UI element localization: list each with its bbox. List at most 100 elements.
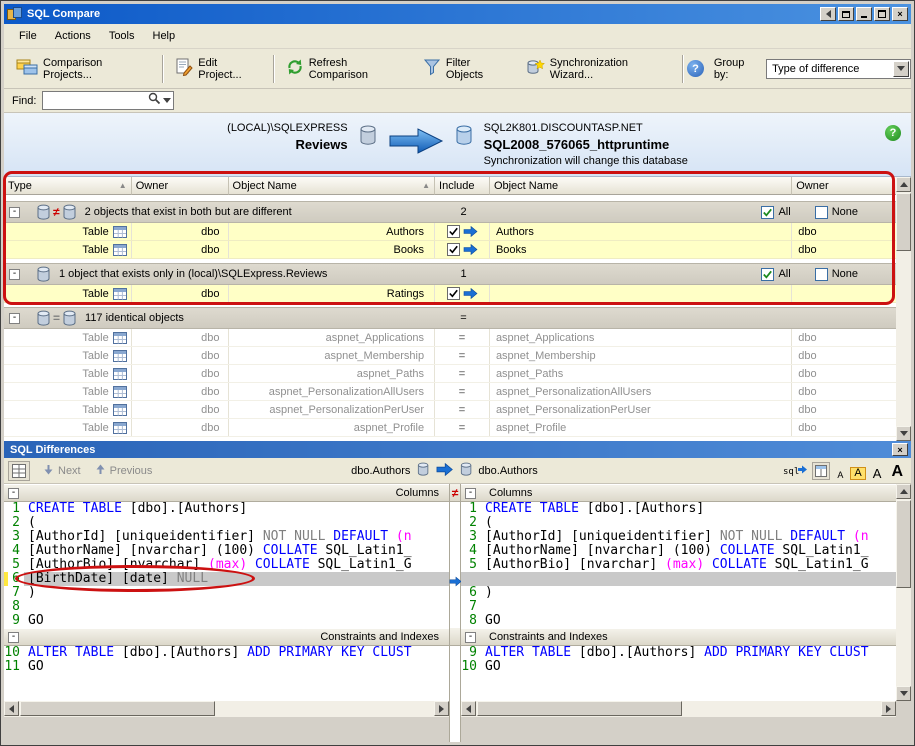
checkbox-checked-icon[interactable]: [447, 243, 460, 256]
group-row[interactable]: -≠2 objects that exist in both but are d…: [4, 201, 896, 223]
filter-objects-button[interactable]: Filter Objects: [415, 53, 517, 85]
scroll-left-icon[interactable]: [4, 701, 19, 716]
table-row[interactable]: TabledboAuthorsAuthorsdbo: [4, 223, 896, 241]
scroll-down-icon[interactable]: [896, 426, 911, 441]
close-icon[interactable]: ×: [892, 443, 908, 456]
menu-actions[interactable]: Actions: [46, 27, 100, 45]
row-include-checkbox[interactable]: [435, 241, 490, 258]
column-header-object-name[interactable]: Object Name▲: [229, 177, 436, 195]
close-icon[interactable]: ×: [892, 7, 908, 21]
left-columns-code[interactable]: 1CREATE TABLE [dbo].[Authors]2(3[AuthorI…: [4, 502, 449, 628]
next-difference-button[interactable]: Next: [36, 464, 88, 478]
table-row[interactable]: Tabledboaspnet_PersonalizationPerUser=as…: [4, 401, 896, 419]
grid-vertical-scrollbar[interactable]: [896, 177, 911, 441]
gutter-bottom: [450, 742, 460, 746]
collapse-icon[interactable]: -: [465, 632, 476, 643]
right-columns-code[interactable]: 1CREATE TABLE [dbo].[Authors]2(3[AuthorI…: [461, 502, 896, 628]
scrollbar-thumb[interactable]: [20, 701, 215, 716]
sql-script-icon[interactable]: sql: [782, 463, 808, 480]
line-number: 10: [461, 660, 481, 674]
scrollbar-thumb[interactable]: [896, 500, 911, 588]
find-box[interactable]: [42, 91, 174, 110]
group-row[interactable]: -1 object that exists only in (local)\SQ…: [4, 263, 896, 285]
font-size-small-button[interactable]: A: [834, 471, 846, 480]
table-row[interactable]: Tabledboaspnet_Membership=aspnet_Members…: [4, 347, 896, 365]
chevron-down-icon[interactable]: [893, 61, 909, 77]
code-vertical-scrollbar[interactable]: [896, 484, 911, 701]
gutter-rest: [450, 646, 460, 742]
row-object-name-right: [490, 285, 792, 302]
left-constraints-code[interactable]: 10ALTER TABLE [dbo].[Authors] ADD PRIMAR…: [4, 646, 449, 674]
scroll-up-icon[interactable]: [896, 484, 911, 499]
scroll-down-icon[interactable]: [896, 686, 911, 701]
table-row[interactable]: Tabledboaspnet_Profile=aspnet_Profiledbo: [4, 419, 896, 437]
group-by-dropdown[interactable]: Type of difference: [766, 59, 911, 79]
column-header-include[interactable]: Include: [435, 177, 490, 195]
left-horizontal-scrollbar[interactable]: [4, 701, 449, 717]
grid-view-icon[interactable]: [8, 461, 30, 481]
select-none-button[interactable]: None: [815, 206, 858, 219]
column-header-owner-right[interactable]: Owner: [792, 177, 896, 195]
row-include-checkbox[interactable]: [435, 285, 490, 302]
table-row[interactable]: Tabledboaspnet_Applications=aspnet_Appli…: [4, 329, 896, 347]
line-number: 9: [461, 646, 481, 660]
collapse-icon[interactable]: -: [465, 488, 476, 499]
scroll-left-icon[interactable]: [461, 701, 476, 716]
collapse-icon[interactable]: -: [8, 488, 19, 499]
help-icon[interactable]: ?: [687, 60, 704, 77]
table-row[interactable]: Tabledboaspnet_Paths=aspnet_Pathsdbo: [4, 365, 896, 383]
font-size-large-button[interactable]: A: [870, 467, 885, 480]
table-row[interactable]: TabledboBooksBooksdbo: [4, 241, 896, 259]
checkbox-checked-icon[interactable]: [447, 225, 460, 238]
group-row[interactable]: -=117 identical objects=: [4, 307, 896, 329]
collapse-icon[interactable]: -: [9, 269, 20, 280]
maximize-icon[interactable]: [874, 7, 890, 21]
code-text: CREATE TABLE [dbo].[Authors]: [481, 502, 704, 516]
right-horizontal-scrollbar[interactable]: [461, 701, 896, 717]
collapse-icon[interactable]: -: [9, 207, 20, 218]
menu-tools[interactable]: Tools: [100, 27, 144, 45]
edit-project-button[interactable]: Edit Project...: [167, 53, 269, 85]
app-icon: [7, 7, 23, 22]
search-icon: [148, 92, 161, 110]
help-icon[interactable]: ?: [885, 125, 901, 141]
column-header-type[interactable]: Type▲: [4, 177, 132, 195]
row-object-name-right: aspnet_Membership: [490, 347, 792, 364]
code-line: 7: [461, 600, 896, 614]
section-title: Constraints and Indexes: [320, 631, 439, 643]
group-actions: All None: [761, 206, 858, 219]
refresh-comparison-button[interactable]: Refresh Comparison: [278, 53, 415, 85]
right-constraints-code[interactable]: 9ALTER TABLE [dbo].[Authors] ADD PRIMARY…: [461, 646, 896, 674]
float-window-icon[interactable]: [838, 7, 854, 21]
menu-help[interactable]: Help: [144, 27, 185, 45]
scroll-up-icon[interactable]: [896, 177, 911, 192]
collapse-icon[interactable]: -: [8, 632, 19, 643]
scrollbar-thumb[interactable]: [477, 701, 682, 716]
column-header-owner[interactable]: Owner: [132, 177, 229, 195]
select-none-button[interactable]: None: [815, 268, 858, 281]
find-input[interactable]: [45, 93, 141, 108]
dock-icon[interactable]: [820, 7, 836, 21]
select-all-button[interactable]: All: [761, 268, 790, 281]
menu-file[interactable]: File: [10, 27, 46, 45]
comparison-projects-button[interactable]: Comparison Projects...: [8, 53, 159, 85]
row-owner: dbo: [132, 347, 229, 364]
scroll-right-icon[interactable]: [434, 701, 449, 716]
minimize-icon[interactable]: [856, 7, 872, 21]
sync-wizard-button[interactable]: Synchronization Wizard...: [517, 53, 679, 85]
checkbox-checked-icon[interactable]: [447, 287, 460, 300]
column-header-object-name-right[interactable]: Object Name: [490, 177, 792, 195]
collapse-icon[interactable]: -: [9, 313, 20, 324]
previous-difference-button[interactable]: Previous: [88, 464, 160, 478]
select-all-button[interactable]: All: [761, 206, 790, 219]
row-include-checkbox[interactable]: [435, 223, 490, 240]
chevron-down-icon[interactable]: [163, 98, 171, 103]
font-size-xlarge-button[interactable]: A: [888, 464, 906, 480]
pane-layout-icon[interactable]: [812, 462, 830, 480]
table-row[interactable]: TabledboRatings: [4, 285, 896, 303]
columns-section-header-left: - Columns: [4, 484, 449, 502]
scroll-right-icon[interactable]: [881, 701, 896, 716]
scrollbar-thumb[interactable]: [896, 193, 911, 251]
font-size-medium-button[interactable]: A: [850, 467, 865, 480]
table-row[interactable]: Tabledboaspnet_PersonalizationAllUsers=a…: [4, 383, 896, 401]
